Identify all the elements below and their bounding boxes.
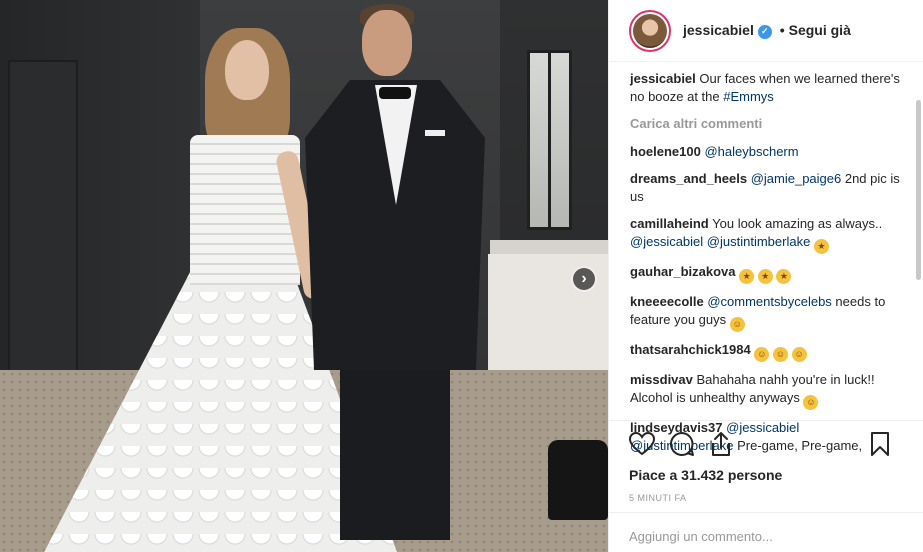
comment-mention[interactable]: @justintimberlake	[707, 234, 811, 249]
list-item: missdivav Bahahaha nahh you're in luck!!…	[630, 371, 905, 410]
list-item: hoelene100 @haleybscherm	[630, 143, 905, 161]
caption-hashtag[interactable]: #Emmys	[723, 89, 774, 104]
add-comment-input[interactable]: Aggiungi un commento...	[609, 512, 923, 552]
photo-bag	[548, 440, 608, 520]
list-item: dreams_and_heels @jamie_paige6 2nd pic i…	[630, 170, 905, 206]
follow-label: Segui già	[788, 22, 851, 39]
avatar[interactable]	[629, 9, 671, 52]
follow-button[interactable]: • Segui già	[780, 22, 851, 38]
photo-man-bowtie	[379, 87, 411, 99]
laughing-emoji-icon: ☺	[754, 347, 770, 362]
post-photo[interactable]: ›	[0, 0, 608, 552]
post-sidebar: jessicabiel ✓ • Segui già jessicabiel Our …	[608, 0, 923, 552]
comment-mention[interactable]: @haleybscherm	[704, 144, 798, 159]
comments-list: jessicabiel Our faces when we learned th…	[630, 70, 905, 464]
list-item: thatsarahchick1984 ☺ ☺ ☺	[630, 341, 905, 362]
comment-mention[interactable]: @jamie_paige6	[751, 171, 842, 186]
star-eyes-emoji-icon: ★	[813, 239, 829, 254]
comment-username[interactable]: thatsarahchick1984	[630, 342, 751, 357]
comments-scrollbar[interactable]	[916, 100, 921, 280]
caption: jessicabiel Our faces when we learned th…	[630, 70, 905, 106]
photo-door	[8, 60, 78, 420]
post-actions: Piace a 31.432 persone 5 MINUTI FA	[609, 420, 923, 503]
grimacing-emoji-icon: ☺	[803, 395, 819, 410]
chevron-right-icon[interactable]: ›	[571, 266, 597, 292]
photo-pocket-square	[425, 130, 445, 136]
avatar-image	[633, 13, 667, 48]
load-more-comments-button[interactable]: Carica altri commenti	[630, 115, 905, 133]
star-eyes-emoji-icon: ★	[757, 269, 773, 284]
comment-username[interactable]: missdivav	[630, 372, 693, 387]
list-item: gauhar_bizakova ★ ★ ★	[630, 263, 905, 284]
comment-username[interactable]: gauhar_bizakova	[630, 264, 736, 279]
action-icons	[629, 431, 904, 457]
post-timestamp: 5 MINUTI FA	[629, 493, 687, 503]
list-item: kneeeecolle @commentsbycelebs needs to f…	[630, 293, 905, 332]
photo-man-pants	[340, 360, 450, 540]
star-eyes-emoji-icon: ★	[776, 269, 792, 284]
photo-window-frame	[548, 50, 551, 230]
share-icon[interactable]	[709, 431, 733, 457]
photo-man-head	[362, 10, 412, 76]
post-header: jessicabiel ✓ • Segui già	[609, 0, 923, 62]
star-eyes-emoji-icon: ★	[739, 269, 755, 284]
laughing-emoji-icon: ☺	[729, 317, 745, 332]
separator-dot: •	[779, 22, 785, 39]
comment-username[interactable]: dreams_and_heels	[630, 171, 747, 186]
photo-woman-head	[225, 40, 269, 100]
list-item: camillaheind You look amazing as always.…	[630, 215, 905, 254]
comment-text: You look amazing as always..	[712, 216, 883, 231]
heart-icon[interactable]	[629, 432, 655, 456]
header-username[interactable]: jessicabiel	[683, 22, 754, 38]
likes-count[interactable]: Piace a 31.432 persone	[629, 467, 904, 483]
comment-mention[interactable]: @jessicabiel	[630, 234, 703, 249]
comment-username[interactable]: kneeeecolle	[630, 294, 704, 309]
caption-username[interactable]: jessicabiel	[630, 71, 696, 86]
photo-counter	[490, 240, 608, 254]
comment-username[interactable]: camillaheind	[630, 216, 709, 231]
bookmark-icon[interactable]	[870, 431, 890, 457]
comment-mention[interactable]: @commentsbycelebs	[707, 294, 831, 309]
comment-icon[interactable]	[669, 431, 695, 457]
header-username-row: jessicabiel ✓ • Segui già	[683, 22, 851, 39]
laughing-emoji-icon: ☺	[772, 347, 788, 362]
comment-username[interactable]: hoelene100	[630, 144, 701, 159]
laughing-emoji-icon: ☺	[791, 347, 807, 362]
verified-badge-icon: ✓	[757, 24, 772, 39]
